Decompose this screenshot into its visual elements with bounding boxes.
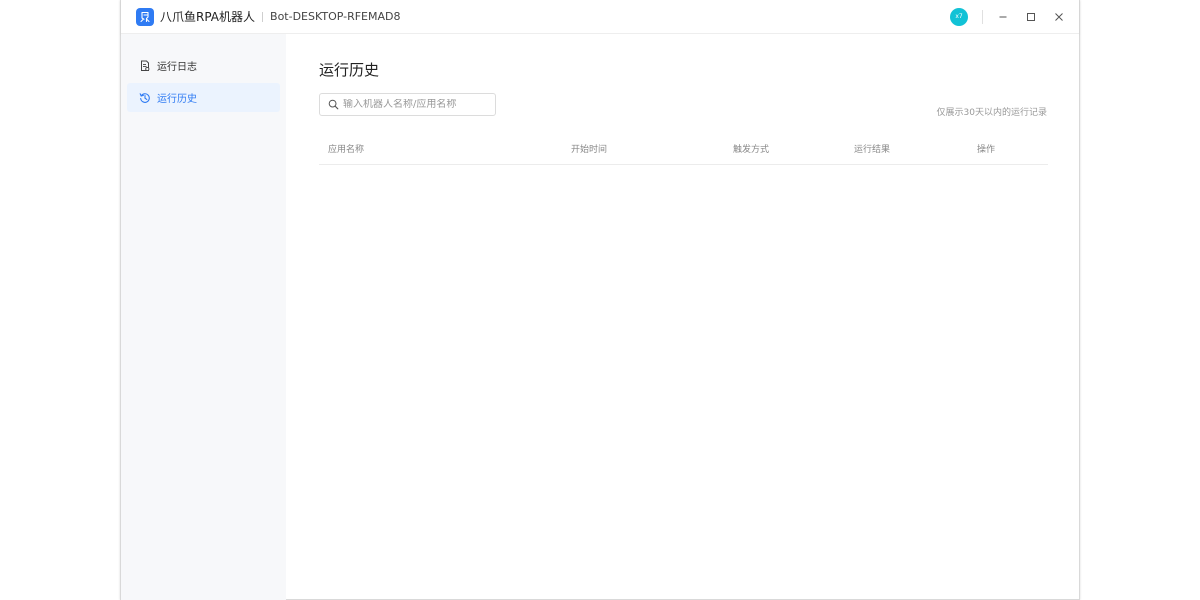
close-icon [1055, 12, 1063, 21]
app-name: 八爪鱼RPA机器人 [160, 10, 256, 24]
main-content: 运行历史 仅展示30天以内的运行记录 应用名称 开始时间 触发方式 运行结果 操… [286, 34, 1079, 599]
sidebar-item-label: 运行日志 [157, 62, 197, 73]
history-icon [138, 91, 152, 105]
column-header-actions: 操作 [977, 145, 996, 155]
sidebar: 运行日志 运行历史 [121, 34, 286, 600]
column-header-app-name: 应用名称 [328, 145, 365, 155]
maximize-icon [1027, 12, 1035, 21]
search-input[interactable] [343, 99, 493, 110]
minimize-icon [999, 16, 1007, 17]
column-header-start-time: 开始时间 [571, 145, 608, 155]
sidebar-item-run-log[interactable]: 运行日志 [127, 51, 280, 80]
table-header: 应用名称 开始时间 触发方式 运行结果 操作 [319, 132, 1048, 165]
title-separator [262, 11, 264, 22]
column-header-trigger-type: 触发方式 [733, 145, 770, 155]
title-bar-divider [982, 9, 983, 24]
maximize-button[interactable] [1017, 0, 1045, 34]
title-bar[interactable]: 八爪鱼RPA机器人 Bot-DESKTOP-RFEMAD8 x7 [121, 0, 1079, 34]
app-window: 八爪鱼RPA机器人 Bot-DESKTOP-RFEMAD8 x7 运行日志 运行… [120, 0, 1080, 600]
column-header-run-result: 运行结果 [854, 145, 891, 155]
sidebar-item-run-history[interactable]: 运行历史 [127, 83, 280, 112]
document-icon [138, 59, 152, 73]
sidebar-item-label: 运行历史 [157, 94, 197, 105]
page-title: 运行历史 [319, 61, 380, 79]
user-avatar[interactable]: x7 [950, 7, 968, 26]
search-icon [328, 99, 340, 111]
minimize-button[interactable] [989, 0, 1017, 34]
close-button[interactable] [1045, 0, 1073, 34]
search-box[interactable] [319, 93, 496, 116]
title-bar-controls: x7 [950, 0, 1079, 33]
app-logo-icon [136, 7, 154, 26]
bot-name: Bot-DESKTOP-RFEMAD8 [270, 10, 401, 23]
history-retention-note: 仅展示30天以内的运行记录 [936, 108, 1047, 118]
